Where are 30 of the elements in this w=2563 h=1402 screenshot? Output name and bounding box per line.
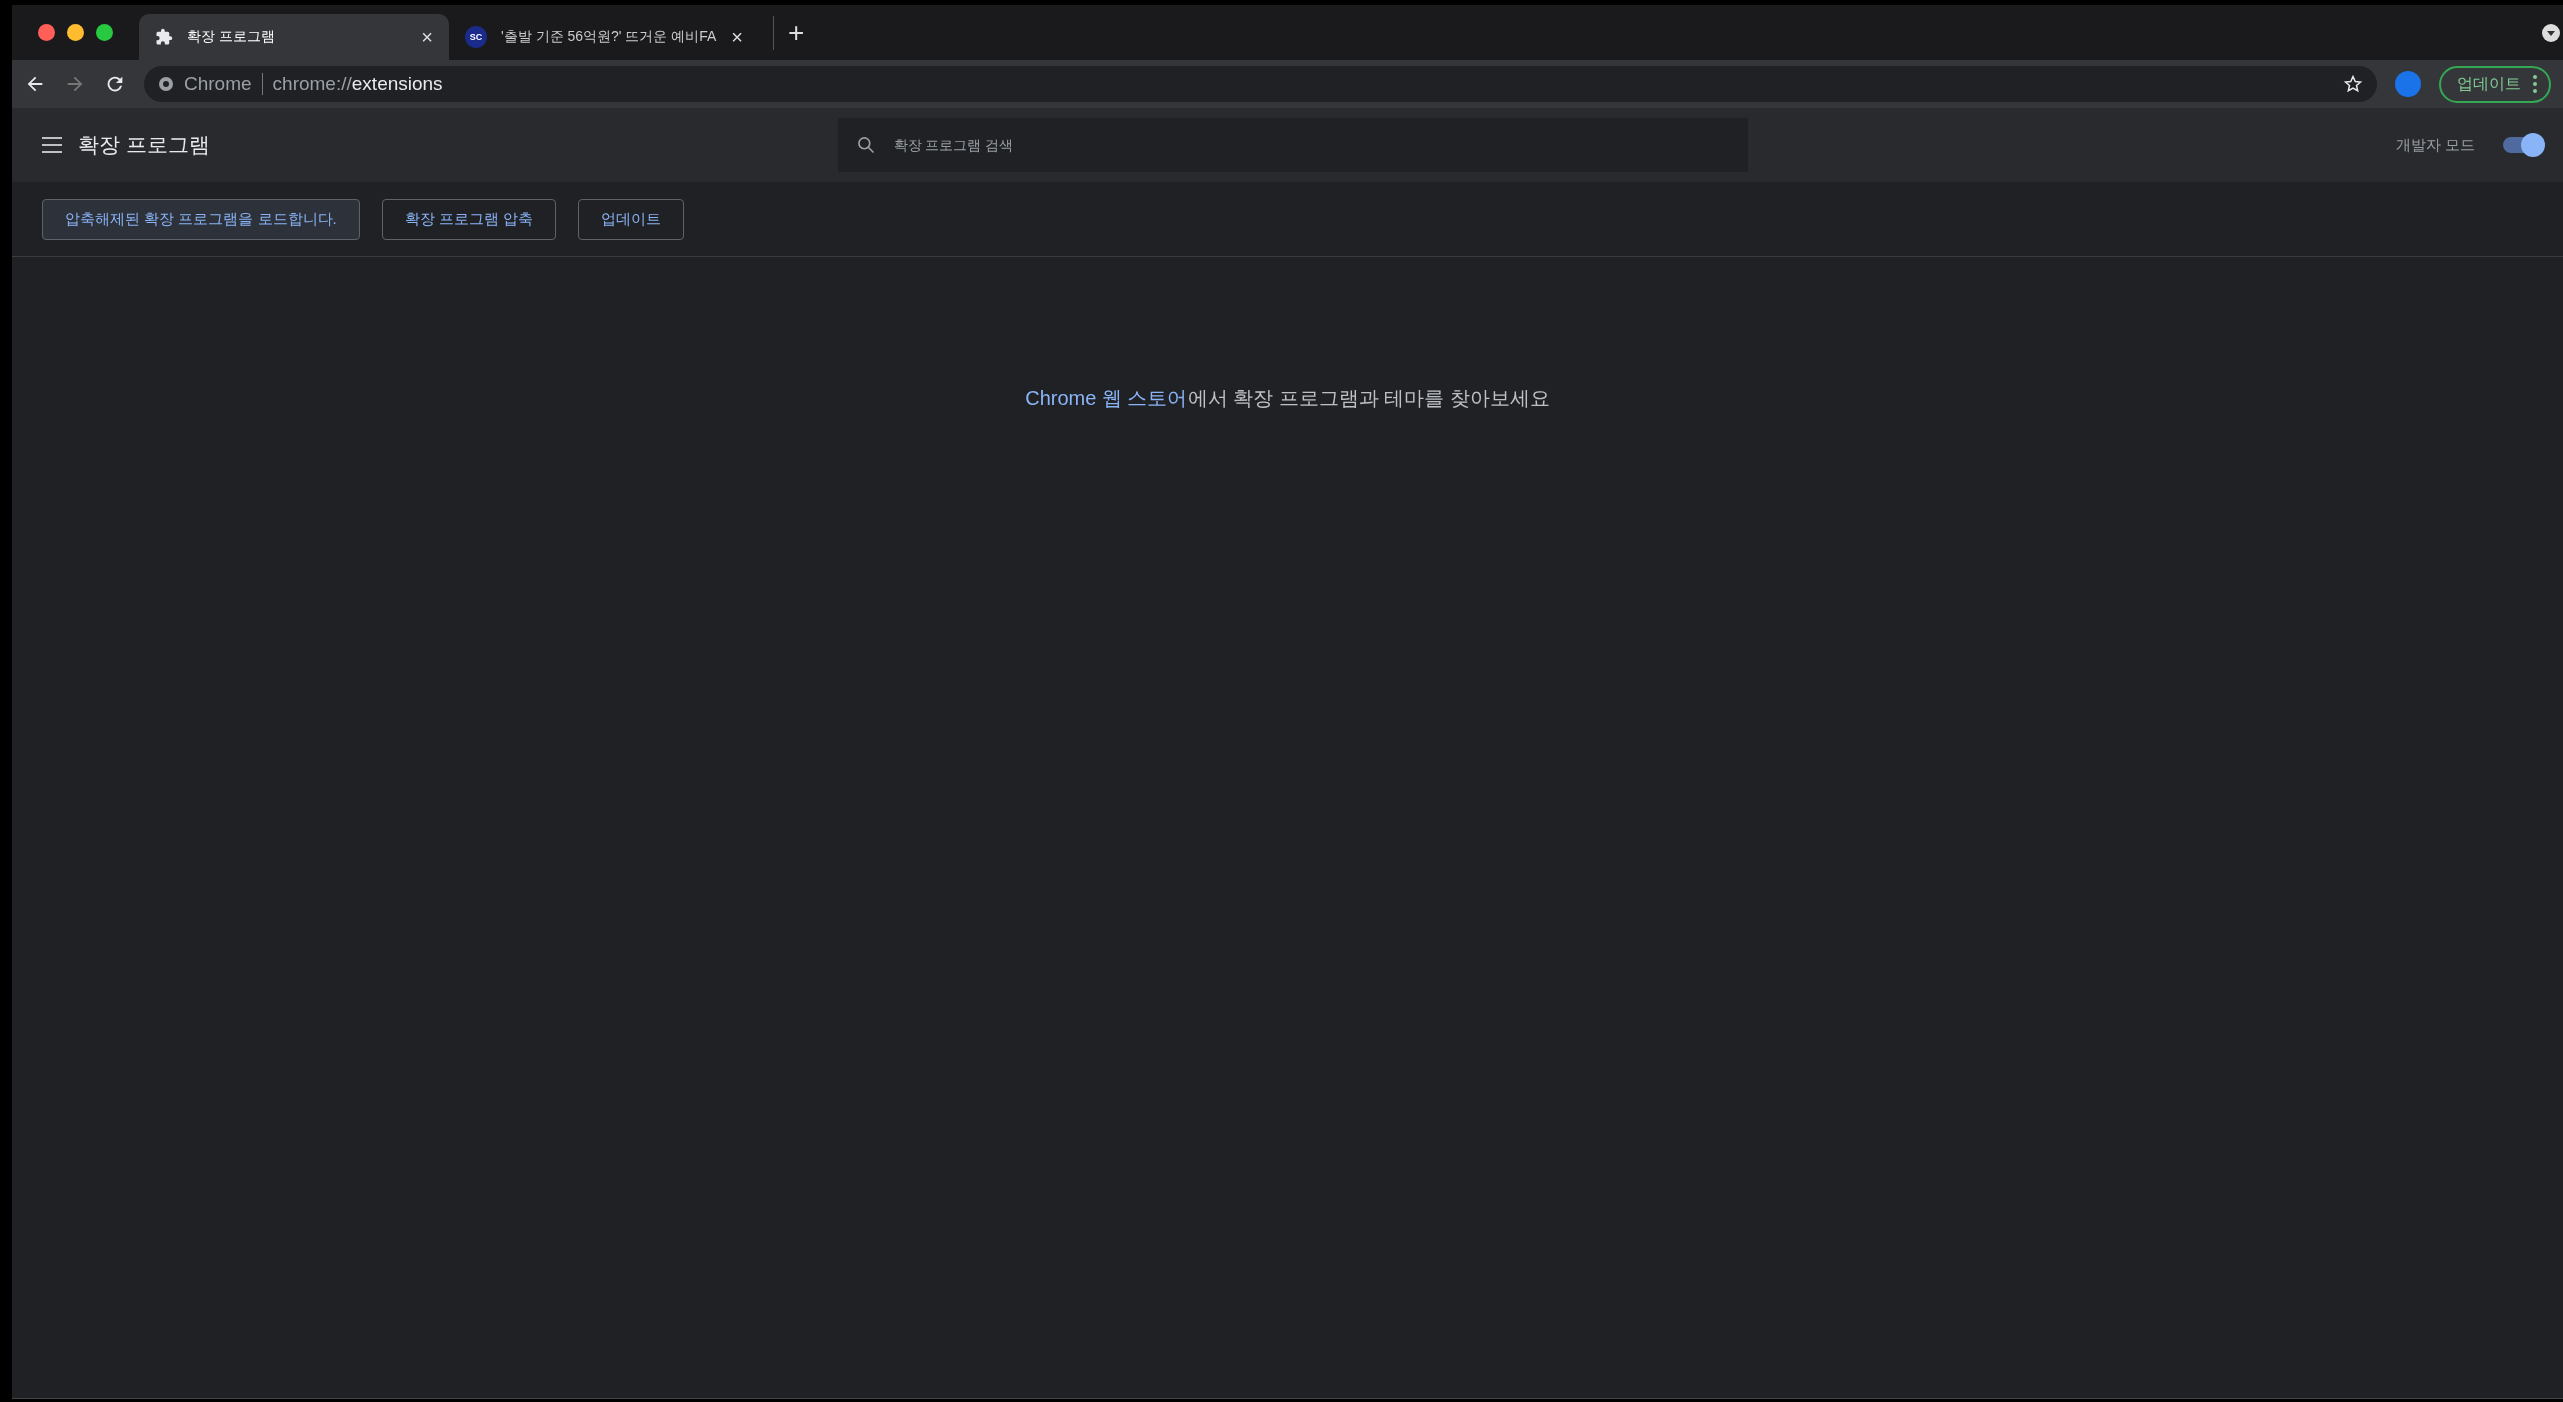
profile-avatar[interactable] bbox=[2395, 71, 2421, 97]
url-text: chrome://extensions bbox=[272, 73, 444, 95]
action-button[interactable]: 압축해제된 확장 프로그램을 로드합니다. bbox=[42, 198, 360, 240]
action-button[interactable]: 확장 프로그램 압축 bbox=[381, 198, 556, 240]
tab-title: 확장 프로그램 bbox=[187, 28, 276, 46]
browser-tab[interactable]: 확장 프로그램 × bbox=[139, 14, 449, 60]
close-tab-button[interactable]: × bbox=[731, 25, 743, 49]
site-label: Chrome bbox=[184, 73, 263, 95]
close-window-button[interactable] bbox=[38, 24, 55, 41]
browser-tab[interactable]: SC '출발 기준 56억원?' 뜨거운 예비FA × bbox=[449, 14, 759, 60]
more-icon[interactable] bbox=[2533, 75, 2537, 93]
maximize-window-button[interactable] bbox=[96, 24, 113, 41]
tab-search-icon[interactable] bbox=[2541, 22, 2561, 43]
tab-title: '출발 기준 56억원?' 뜨거운 예비FA bbox=[501, 28, 718, 46]
chrome-icon bbox=[158, 76, 174, 92]
web-store-link[interactable]: Chrome 웹 스토어 bbox=[1025, 387, 1188, 409]
search-field[interactable]: 확장 프로그램 검색 bbox=[837, 118, 1748, 172]
puzzle-icon bbox=[155, 28, 173, 46]
developer-mode-label: 개발자 모드 bbox=[2395, 135, 2475, 155]
page-title: 확장 프로그램 bbox=[78, 132, 210, 158]
address-bar[interactable]: Chrome chrome://extensions bbox=[144, 66, 2377, 102]
new-tab-button[interactable]: + bbox=[773, 15, 811, 50]
site-favicon: SC bbox=[465, 26, 487, 48]
star-icon[interactable] bbox=[2343, 74, 2363, 94]
empty-state-message: Chrome 웹 스토어 에서 확장 프로그램과 테마를 찾아보세요 bbox=[1025, 386, 1550, 411]
close-tab-button[interactable]: × bbox=[421, 25, 433, 49]
update-button[interactable]: 업데이트 bbox=[2439, 65, 2551, 103]
menu-icon[interactable] bbox=[42, 137, 62, 153]
minimize-window-button[interactable] bbox=[67, 24, 84, 41]
action-button[interactable]: 업데이트 bbox=[578, 198, 684, 240]
